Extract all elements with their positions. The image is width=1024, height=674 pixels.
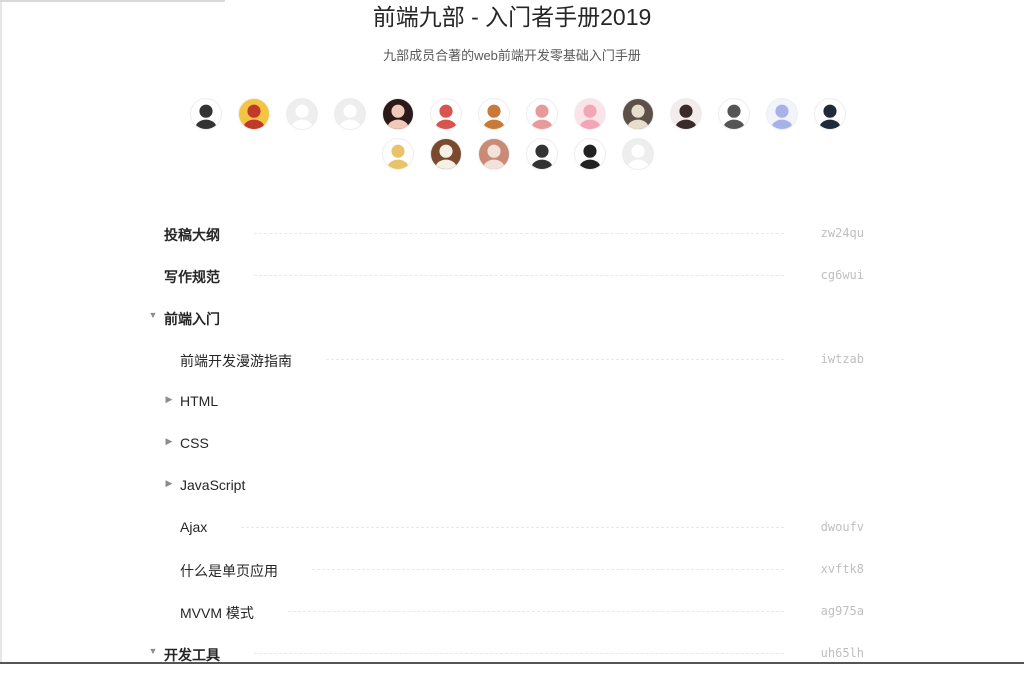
member-avatar[interactable] xyxy=(382,138,414,170)
toc-item[interactable]: 写作规范 cg6wui xyxy=(140,254,870,296)
caret-right-icon[interactable]: ▶ xyxy=(164,394,174,405)
caret-down-icon[interactable]: ▼ xyxy=(148,646,158,656)
toc-item-slug: dwoufv xyxy=(820,520,864,534)
toc-item-label[interactable]: 写作规范 xyxy=(164,267,220,287)
member-avatar[interactable] xyxy=(670,98,702,130)
avatar-image xyxy=(435,104,457,129)
avatar-image xyxy=(195,104,217,129)
avatar-image xyxy=(291,104,313,129)
member-avatar[interactable] xyxy=(526,98,558,130)
member-avatar[interactable] xyxy=(478,138,510,170)
toc-item[interactable]: ▶ HTML xyxy=(140,380,870,422)
toc-item[interactable]: ▼ 前端入门 xyxy=(140,296,870,338)
toc-leader-line xyxy=(254,233,784,234)
toc-item-label[interactable]: MVVM 模式 xyxy=(180,603,254,623)
toc-item-label[interactable]: JavaScript xyxy=(180,477,245,493)
toc-leader-line xyxy=(241,527,784,528)
toc-item[interactable]: Ajax dwoufv xyxy=(140,506,870,548)
avatar-image xyxy=(627,144,649,169)
avatar-row xyxy=(178,138,858,172)
avatar-image xyxy=(579,144,601,169)
avatar-image xyxy=(387,144,409,169)
avatar-image xyxy=(339,104,361,129)
toc-item-label[interactable]: 前端入门 xyxy=(164,309,220,329)
avatar-image xyxy=(819,104,841,129)
avatar-image xyxy=(723,104,745,129)
toc-item[interactable]: MVVM 模式 ag975a xyxy=(140,590,870,632)
toc-item-slug: ag975a xyxy=(820,604,864,618)
avatar-image xyxy=(531,144,553,169)
toc-item-slug: xvftk8 xyxy=(820,562,864,576)
page-subtitle: 九部成员合著的web前端开发零基础入门手册 xyxy=(383,48,641,63)
member-avatar[interactable] xyxy=(814,98,846,130)
toc-item-label[interactable]: HTML xyxy=(180,393,218,409)
toc-item[interactable]: ▶ JavaScript xyxy=(140,464,870,506)
toc-leader-line xyxy=(254,653,784,654)
member-avatar[interactable] xyxy=(286,98,318,130)
avatar-image xyxy=(579,104,601,129)
member-avatar[interactable] xyxy=(574,98,606,130)
toc-item-label[interactable]: CSS xyxy=(180,435,209,451)
table-of-contents: 投稿大纲 zw24qu 写作规范 cg6wui ▼ 前端入门前端开发漫游指南 iwtzab ▶… xyxy=(140,212,870,674)
toc-item-label[interactable]: 前端开发漫游指南 xyxy=(180,351,292,371)
toc-item-slug: uh65lh xyxy=(820,646,864,660)
member-avatar[interactable] xyxy=(238,98,270,130)
avatar-image xyxy=(435,144,457,169)
caret-down-icon[interactable]: ▼ xyxy=(148,310,158,320)
avatar-image xyxy=(627,104,649,129)
toc-leader-line xyxy=(254,275,784,276)
avatar-image xyxy=(387,104,409,129)
member-avatar[interactable] xyxy=(766,98,798,130)
toc-item[interactable]: ▼ 开发工具 uh65lh xyxy=(140,632,870,674)
member-avatar[interactable] xyxy=(622,98,654,130)
toc-item[interactable]: ▶ CSS xyxy=(140,422,870,464)
member-avatar[interactable] xyxy=(382,98,414,130)
member-avatar[interactable] xyxy=(574,138,606,170)
caret-right-icon[interactable]: ▶ xyxy=(164,436,174,447)
toc-item[interactable]: 什么是单页应用 xvftk8 xyxy=(140,548,870,590)
toc-leader-line xyxy=(326,359,784,360)
member-avatar[interactable] xyxy=(430,138,462,170)
contributors-avatars xyxy=(178,98,858,178)
page-title: 前端九部 - 入门者手册2019 xyxy=(372,4,652,30)
avatar-image xyxy=(531,104,553,129)
toc-leader-line xyxy=(312,569,784,570)
member-avatar[interactable] xyxy=(190,98,222,130)
member-avatar[interactable] xyxy=(622,138,654,170)
window-left-edge xyxy=(0,0,2,664)
member-avatar[interactable] xyxy=(334,98,366,130)
member-avatar[interactable] xyxy=(478,98,510,130)
toc-item[interactable]: 投稿大纲 zw24qu xyxy=(140,212,870,254)
toc-item-label[interactable]: 投稿大纲 xyxy=(164,225,220,245)
toc-item-slug: zw24qu xyxy=(820,226,864,240)
avatar-image xyxy=(243,104,265,129)
toc-item-label[interactable]: Ajax xyxy=(180,519,207,535)
toc-item[interactable]: 前端开发漫游指南 iwtzab xyxy=(140,338,870,380)
avatar-image xyxy=(771,104,793,129)
toc-item-slug: iwtzab xyxy=(820,352,864,366)
caret-right-icon[interactable]: ▶ xyxy=(164,478,174,489)
member-avatar[interactable] xyxy=(718,98,750,130)
avatar-image xyxy=(483,104,505,129)
toc-item-label[interactable]: 什么是单页应用 xyxy=(180,561,278,581)
toc-leader-line xyxy=(288,611,784,612)
toc-item-slug: cg6wui xyxy=(820,268,864,282)
avatar-image xyxy=(675,104,697,129)
member-avatar[interactable] xyxy=(430,98,462,130)
avatar-row xyxy=(178,98,858,132)
avatar-image xyxy=(483,144,505,169)
member-avatar[interactable] xyxy=(526,138,558,170)
